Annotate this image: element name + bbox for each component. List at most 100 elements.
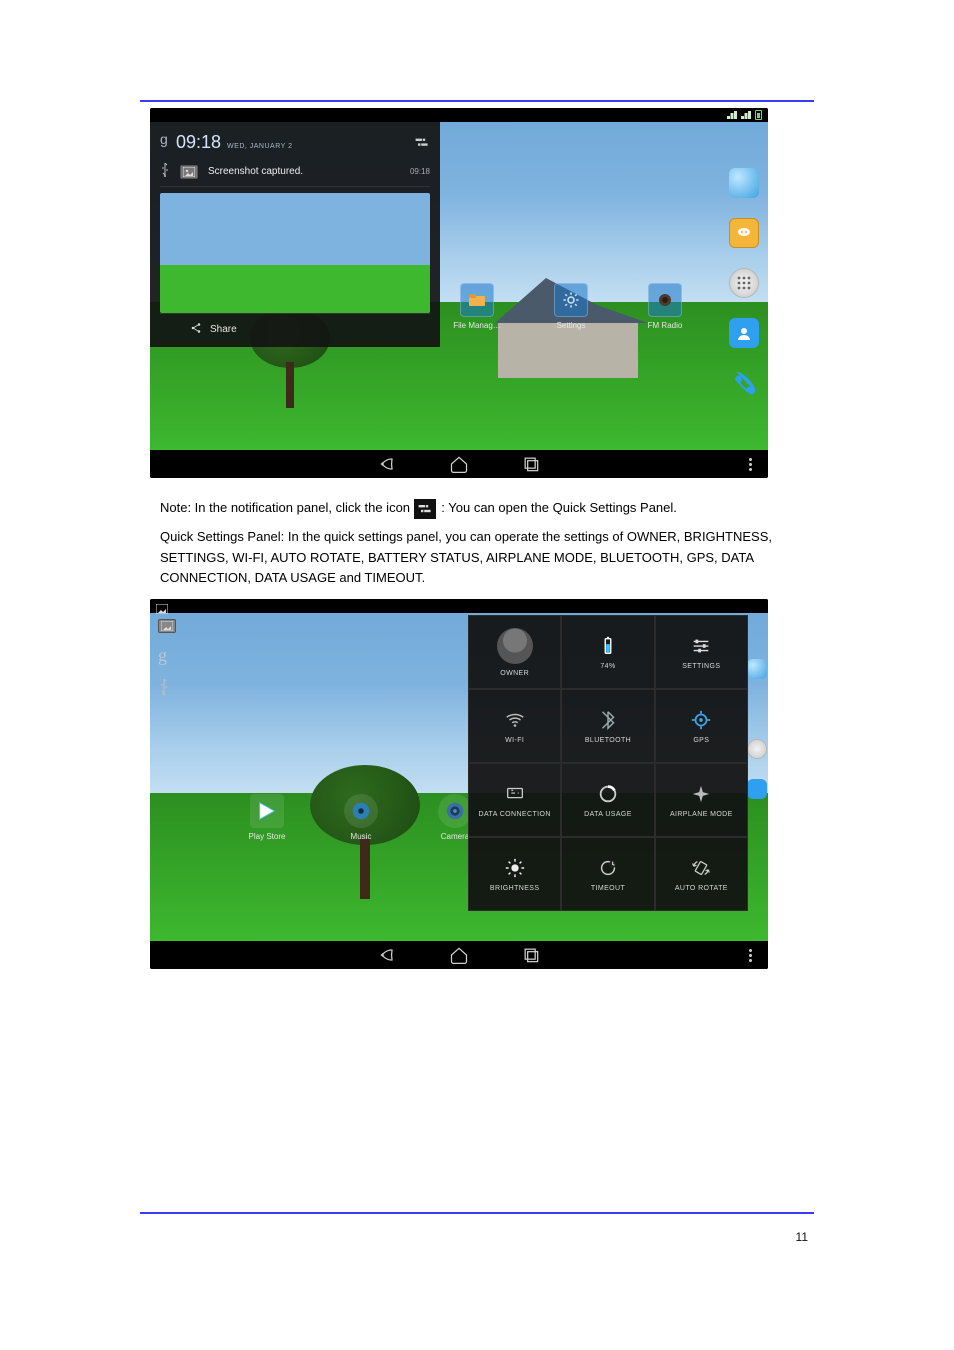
contacts-icon[interactable] xyxy=(747,779,767,799)
bottom-rule xyxy=(140,1212,814,1214)
settings-sliders-icon xyxy=(690,635,712,657)
recent-apps-icon[interactable] xyxy=(521,454,541,474)
system-nav-bar xyxy=(150,941,768,969)
share-label: Share xyxy=(210,324,237,335)
left-notification-icons: g xyxy=(158,619,176,701)
svg-text:g: g xyxy=(160,131,168,147)
quick-settings-toggle-icon[interactable] xyxy=(414,135,430,147)
tile-airplane-mode[interactable]: AIRPLANE MODE xyxy=(655,763,748,837)
app-label: File Manag… xyxy=(450,321,504,330)
tile-label: AIRPLANE MODE xyxy=(670,811,733,818)
note-text-after: : You can open the Quick Settings Panel. xyxy=(441,500,677,515)
wifi-icon xyxy=(504,709,526,731)
apps-drawer-icon[interactable] xyxy=(747,739,767,759)
tile-label: WI-FI xyxy=(505,737,524,744)
brightness-icon xyxy=(504,857,526,879)
image-icon xyxy=(180,165,198,179)
tile-label: BLUETOOTH xyxy=(585,737,631,744)
tile-data-connection[interactable]: DATA CONNECTION xyxy=(468,763,561,837)
notification-panel: g 09:18 WED, JANUARY 2 Screenshot captur… xyxy=(150,122,440,347)
battery-icon xyxy=(755,110,762,120)
note-paragraph: Note: In the notification panel, click t… xyxy=(160,498,794,519)
home-icon[interactable] xyxy=(449,945,469,965)
signal-icon xyxy=(741,111,751,119)
messaging-icon[interactable] xyxy=(729,218,759,248)
right-dock xyxy=(722,168,766,438)
quick-settings-panel: OWNER 74% SETTINGS WI-FI BLUETOOTH GPS xyxy=(468,615,748,911)
app-label: Play Store xyxy=(240,832,294,841)
status-bar xyxy=(150,108,768,122)
notification-title: Screenshot captured. xyxy=(208,166,400,177)
tile-timeout[interactable]: TIMEOUT xyxy=(561,837,654,911)
overflow-menu-icon[interactable] xyxy=(749,458,752,471)
image-notification-icon xyxy=(156,601,168,611)
tile-auto-rotate[interactable]: AUTO ROTATE xyxy=(655,837,748,911)
home-apps-row: Play Store Music Camera xyxy=(240,794,482,841)
timeout-icon xyxy=(597,857,619,879)
tile-battery[interactable]: 74% xyxy=(561,615,654,689)
right-dock-partial xyxy=(746,659,768,929)
app-label: Music xyxy=(334,832,388,841)
app-settings[interactable]: Settings xyxy=(544,283,598,330)
clock-time: 09:18 xyxy=(176,132,221,153)
screenshot-notification-panel: File Manag… Settings FM Radio g 09:18 xyxy=(150,108,768,478)
app-label: Settings xyxy=(544,321,598,330)
app-music[interactable]: Music xyxy=(334,794,388,841)
tile-bluetooth[interactable]: BLUETOOTH xyxy=(561,689,654,763)
battery-icon xyxy=(597,635,619,657)
google-g-icon: g xyxy=(160,130,170,148)
notification-item[interactable]: Screenshot captured. 09:18 xyxy=(160,157,430,187)
contacts-icon[interactable] xyxy=(729,318,759,348)
back-icon[interactable] xyxy=(377,945,397,965)
app-play-store[interactable]: Play Store xyxy=(240,794,294,841)
home-apps-row: File Manag… Settings FM Radio xyxy=(450,283,708,330)
tile-label: GPS xyxy=(693,737,709,744)
browser-icon[interactable] xyxy=(747,659,767,679)
notification-share-action[interactable]: Share xyxy=(160,313,430,339)
tile-label: AUTO ROTATE xyxy=(675,885,728,892)
notification-header: g 09:18 WED, JANUARY 2 xyxy=(160,126,430,157)
tile-wifi[interactable]: WI-FI xyxy=(468,689,561,763)
usb-icon xyxy=(160,163,170,180)
tile-label: DATA CONNECTION xyxy=(479,811,551,818)
data-connection-icon xyxy=(504,783,526,805)
usb-icon[interactable] xyxy=(158,678,176,701)
notification-time: 09:18 xyxy=(410,167,430,176)
browser-icon[interactable] xyxy=(729,168,759,198)
tile-owner[interactable]: OWNER xyxy=(468,615,561,689)
quick-settings-caption: Quick Settings Panel: In the quick setti… xyxy=(160,527,794,589)
home-icon[interactable] xyxy=(449,454,469,474)
back-icon[interactable] xyxy=(377,454,397,474)
recent-apps-icon[interactable] xyxy=(521,945,541,965)
auto-rotate-icon xyxy=(690,857,712,879)
tile-brightness[interactable]: BRIGHTNESS xyxy=(468,837,561,911)
share-icon xyxy=(190,322,202,337)
signal-icon xyxy=(727,111,737,119)
tile-gps[interactable]: GPS xyxy=(655,689,748,763)
status-bar xyxy=(150,599,768,613)
app-fm-radio[interactable]: FM Radio xyxy=(638,283,692,330)
phone-icon[interactable] xyxy=(729,368,759,398)
notification-preview-thumbnail[interactable] xyxy=(160,193,430,313)
tile-label: TIMEOUT xyxy=(591,885,625,892)
page-number: 11 xyxy=(796,1230,808,1244)
bluetooth-icon xyxy=(597,709,619,731)
app-file-manager[interactable]: File Manag… xyxy=(450,283,504,330)
overflow-menu-icon[interactable] xyxy=(749,949,752,962)
google-g-icon[interactable]: g xyxy=(158,645,176,666)
owner-avatar-icon xyxy=(497,628,533,664)
tile-label: SETTINGS xyxy=(682,663,720,670)
clock-date: WED, JANUARY 2 xyxy=(227,143,292,150)
quick-settings-toggle-icon xyxy=(414,499,436,519)
tile-label: DATA USAGE xyxy=(584,811,632,818)
note-text-before: Note: In the notification panel, click t… xyxy=(160,500,414,515)
app-label: FM Radio xyxy=(638,321,692,330)
tile-label: BRIGHTNESS xyxy=(490,885,540,892)
tile-data-usage[interactable]: DATA USAGE xyxy=(561,763,654,837)
data-usage-icon xyxy=(597,783,619,805)
apps-drawer-icon[interactable] xyxy=(729,268,759,298)
tile-settings[interactable]: SETTINGS xyxy=(655,615,748,689)
screenshot-quick-settings-panel: g Play Store Music Camera xyxy=(150,599,768,969)
image-notification-icon[interactable] xyxy=(158,619,176,633)
tile-label: OWNER xyxy=(500,670,529,677)
